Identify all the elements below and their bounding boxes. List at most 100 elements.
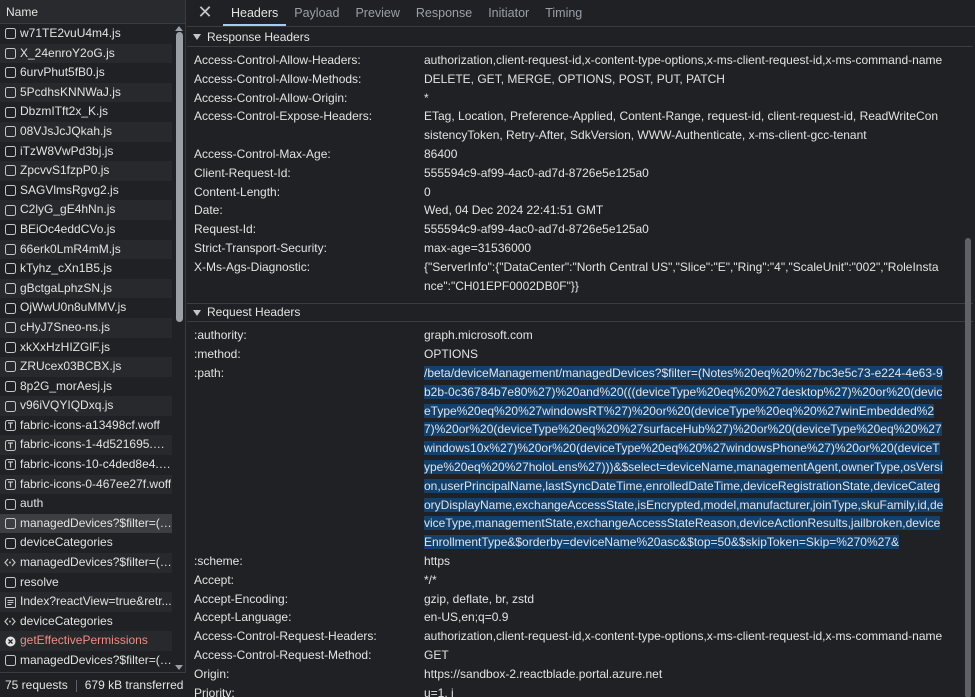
tab-headers[interactable]: Headers <box>223 0 287 26</box>
request-row[interactable]: deviceCategories <box>0 611 172 632</box>
header-value[interactable]: OPTIONS <box>424 345 944 364</box>
request-row[interactable]: fabric-icons-10-c4ded8e4.w... <box>0 455 172 475</box>
header-value[interactable]: https://sandbox-2.reactblade.portal.azur… <box>424 665 944 684</box>
header-name[interactable]: Access-Control-Allow-Headers: <box>187 51 424 70</box>
header-name[interactable]: Accept-Encoding: <box>187 590 424 609</box>
scroll-down-arrow-icon[interactable] <box>175 665 183 670</box>
header-value[interactable]: DELETE, GET, MERGE, OPTIONS, POST, PUT, … <box>424 70 944 89</box>
request-row[interactable]: w71TE2vuU4m4.js <box>0 24 172 44</box>
request-row[interactable]: OjWwU0n8uMMV.js <box>0 298 172 318</box>
request-name: ZpcvvS1fzpP0.js <box>20 163 110 178</box>
header-value[interactable]: 555594c9-af99-4ac0-ad7d-8726e5e125a0 <box>424 164 944 183</box>
request-row[interactable]: gBctgaLphzSN.js <box>0 278 172 299</box>
header-value[interactable]: GET <box>424 646 944 665</box>
header-name[interactable]: Client-Request-Id: <box>187 164 424 183</box>
header-name[interactable]: Access-Control-Request-Method: <box>187 646 424 665</box>
header-value[interactable]: 0 <box>424 183 944 202</box>
request-row[interactable]: C2lyG_gE4hNn.js <box>0 200 172 220</box>
font-file-icon <box>4 478 16 490</box>
header-value[interactable]: 555594c9-af99-4ac0-ad7d-8726e5e125a0 <box>424 220 944 239</box>
tab-timing[interactable]: Timing <box>537 0 590 26</box>
request-row[interactable]: xkXxHzHIZGlF.js <box>0 337 172 358</box>
request-row[interactable]: ZRUcex03BCBX.js <box>0 357 172 377</box>
header-value[interactable]: en-US,en;q=0.9 <box>424 608 944 627</box>
request-row[interactable]: 5PcdhsKNNWaJ.js <box>0 82 172 103</box>
header-name[interactable]: :authority: <box>187 326 424 345</box>
request-row[interactable]: fabric-icons-1-4d521695.woff <box>0 435 172 456</box>
request-row[interactable]: ZpcvvS1fzpP0.js <box>0 161 172 181</box>
request-row[interactable]: 66erk0LmR4mM.js <box>0 239 172 260</box>
request-row[interactable]: v96iVQYIQDxq.js <box>0 396 172 416</box>
header-name[interactable]: Date: <box>187 201 424 220</box>
request-row[interactable]: resolve <box>0 572 172 593</box>
header-row: Date: Wed, 04 Dec 2024 22:41:51 GMT <box>187 201 973 220</box>
header-value[interactable]: /beta/deviceManagement/managedDevices?$f… <box>424 364 944 552</box>
request-row[interactable]: cHyJ7Sneo-ns.js <box>0 317 172 338</box>
header-row: Access-Control-Request-Method: GET <box>187 646 973 665</box>
header-value[interactable]: Wed, 04 Dec 2024 22:41:51 GMT <box>424 201 944 220</box>
request-row[interactable]: 08VJsJcJQkah.js <box>0 121 172 142</box>
header-value[interactable]: {"ServerInfo":{"DataCenter":"North Centr… <box>424 258 944 296</box>
request-row[interactable]: fabric-icons-0-467ee27f.woff <box>0 474 172 495</box>
header-name[interactable]: :path: <box>187 364 424 552</box>
tab-response[interactable]: Response <box>408 0 480 26</box>
header-value[interactable]: max-age=31536000 <box>424 239 944 258</box>
request-headers-section-toggle[interactable]: Request Headers <box>187 303 973 323</box>
request-row[interactable]: kTyhz_cXn1B5.js <box>0 259 172 279</box>
header-row: Strict-Transport-Security: max-age=315360… <box>187 239 973 258</box>
header-name[interactable]: Access-Control-Allow-Origin: <box>187 89 424 108</box>
request-row[interactable]: 8p2G_morAesj.js <box>0 376 172 397</box>
header-value[interactable]: * <box>424 89 944 108</box>
header-name[interactable]: Origin: <box>187 665 424 684</box>
header-value[interactable]: 86400 <box>424 145 944 164</box>
header-name[interactable]: :scheme: <box>187 552 424 571</box>
scroll-thumb[interactable] <box>176 32 183 322</box>
header-name[interactable]: Access-Control-Allow-Methods: <box>187 70 424 89</box>
header-name[interactable]: Priority: <box>187 684 424 697</box>
response-headers-section-toggle[interactable]: Response Headers <box>187 28 973 47</box>
header-value[interactable]: ETag, Location, Preference-Applied, Cont… <box>424 107 944 145</box>
header-value[interactable]: gzip, deflate, br, zstd <box>424 590 944 609</box>
tab-initiator[interactable]: Initiator <box>480 0 537 26</box>
request-row[interactable]: auth <box>0 494 172 514</box>
request-row[interactable]: Index?reactView=true&retr... <box>0 592 172 612</box>
header-row: Access-Control-Allow-Methods: DELETE, GET… <box>187 70 973 89</box>
request-row[interactable]: SAGVlmsRgvg2.js <box>0 180 172 201</box>
request-row[interactable]: managedDevices?$filter=(N... <box>0 553 172 573</box>
header-name[interactable]: X-Ms-Ags-Diagnostic: <box>187 258 424 296</box>
request-row[interactable]: deviceCategories <box>0 533 172 554</box>
header-name[interactable]: Content-Length: <box>187 183 424 202</box>
request-row[interactable]: managedDevices?$filter=(N... <box>0 513 172 534</box>
header-name[interactable]: Accept: <box>187 571 424 590</box>
header-name[interactable]: :method: <box>187 345 424 364</box>
request-row[interactable]: BEiOc4eddCVo.js <box>0 219 172 240</box>
name-column-header[interactable]: Name <box>0 0 185 24</box>
header-name[interactable]: Strict-Transport-Security: <box>187 239 424 258</box>
header-value[interactable]: authorization,client-request-id,x-conten… <box>424 627 944 646</box>
header-value[interactable]: graph.microsoft.com <box>424 326 944 345</box>
request-row[interactable]: managedDevices?$filter=(N... <box>0 651 172 671</box>
scroll-up-arrow-icon[interactable] <box>175 26 183 31</box>
tab-payload[interactable]: Payload <box>286 0 347 26</box>
request-row[interactable]: getEffectivePermissions <box>0 631 172 651</box>
header-name[interactable]: Access-Control-Max-Age: <box>187 145 424 164</box>
request-list-scrollbar[interactable] <box>173 24 185 672</box>
request-row[interactable]: DbzmITft2x_K.js <box>0 102 172 122</box>
header-value[interactable]: u=1, i <box>424 684 944 697</box>
header-name[interactable]: Accept-Language: <box>187 608 424 627</box>
request-name: ZRUcex03BCBX.js <box>20 359 122 374</box>
request-row[interactable]: iTzW8VwPd3bj.js <box>0 141 172 162</box>
tab-preview[interactable]: Preview <box>347 0 407 26</box>
header-name[interactable]: Access-Control-Request-Headers: <box>187 627 424 646</box>
request-row[interactable]: X_24enroY2oG.js <box>0 43 172 64</box>
request-row[interactable]: fabric-icons-a13498cf.woff <box>0 415 172 436</box>
header-name[interactable]: Access-Control-Expose-Headers: <box>187 107 424 145</box>
close-icon[interactable]: ✕ <box>187 0 223 26</box>
header-value[interactable]: https <box>424 552 944 571</box>
header-value[interactable]: authorization,client-request-id,x-conten… <box>424 51 944 70</box>
details-scrollbar[interactable] <box>965 238 971 697</box>
header-name[interactable]: Request-Id: <box>187 220 424 239</box>
request-row[interactable]: 6urvPhut5fB0.js <box>0 63 172 83</box>
header-value[interactable]: */* <box>424 571 944 590</box>
request-name: 5PcdhsKNNWaJ.js <box>20 84 121 99</box>
